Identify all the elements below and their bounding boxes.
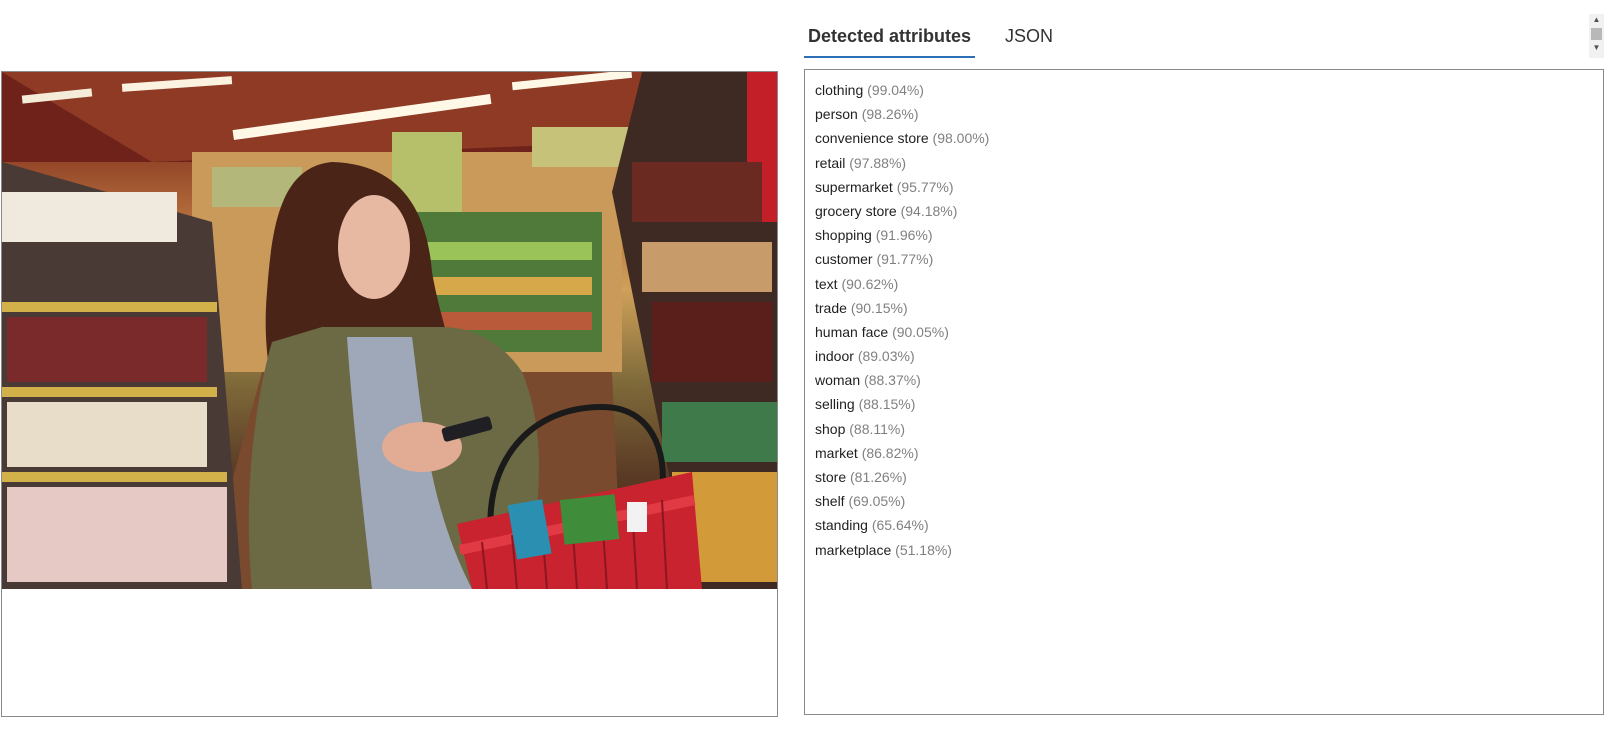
attribute-item: shelf (69.05%) [815, 489, 1593, 513]
attribute-name: retail [815, 154, 846, 171]
page-scrollbar[interactable]: ▲ ▼ [1589, 14, 1604, 58]
attribute-confidence: (91.77%) [876, 251, 934, 268]
attribute-name: market [815, 444, 858, 461]
attribute-name: text [815, 275, 838, 292]
attribute-name: convenience store [815, 130, 929, 147]
attribute-item: text (90.62%) [815, 272, 1593, 296]
attribute-list: clothing (99.04%) person (98.26%) conven… [815, 78, 1593, 562]
attribute-confidence: (99.04%) [867, 82, 924, 98]
attribute-name: human face [815, 323, 889, 340]
attribute-name: marketplace [815, 541, 892, 558]
attribute-item: shop (88.11%) [815, 417, 1593, 441]
attribute-item: trade (90.15%) [815, 296, 1593, 320]
attribute-item: store (81.26%) [815, 465, 1593, 489]
attribute-name: trade [815, 299, 847, 316]
attribute-item: retail (97.88%) [815, 151, 1593, 175]
attribute-item: human face (90.05%) [815, 320, 1593, 344]
attribute-name: shop [815, 420, 846, 437]
attribute-confidence: (98.00%) [932, 130, 990, 147]
attribute-name: store [815, 469, 847, 485]
attribute-name: supermarket [815, 178, 893, 195]
attribute-confidence: (51.18%) [895, 541, 952, 558]
attribute-confidence: (89.03%) [857, 348, 915, 365]
analyzed-photo [2, 72, 777, 589]
attribute-confidence: (69.05%) [848, 493, 906, 510]
attribute-item: standing (65.64%) [815, 513, 1593, 537]
attribute-confidence: (86.82%) [861, 444, 919, 461]
attribute-name: clothing [815, 82, 864, 98]
tab-detected-attributes[interactable]: Detected attributes [804, 20, 976, 58]
attribute-name: person [815, 106, 858, 123]
attribute-item: market (86.82%) [815, 441, 1593, 465]
attribute-item: shopping (91.96%) [815, 223, 1593, 247]
attribute-name: shelf [815, 493, 845, 510]
attribute-item: indoor (89.03%) [815, 344, 1593, 368]
attribute-confidence: (88.11%) [849, 420, 906, 437]
attribute-name: grocery store [815, 202, 897, 219]
scroll-thumb[interactable] [1591, 28, 1602, 40]
attribute-confidence: (95.77%) [896, 178, 954, 195]
scroll-up-arrow-icon[interactable]: ▲ [1589, 14, 1604, 26]
attribute-name: selling [815, 396, 855, 413]
attribute-item: marketplace (51.18%) [815, 538, 1593, 562]
attribute-name: customer [815, 251, 873, 268]
attribute-name: indoor [815, 348, 854, 365]
attribute-name: woman [815, 372, 861, 389]
attribute-confidence: (90.15%) [850, 299, 908, 316]
attribute-confidence: (94.18%) [900, 202, 958, 219]
attribute-confidence: (90.05%) [892, 323, 949, 340]
attribute-confidence: (88.15%) [858, 396, 916, 413]
attribute-confidence: (81.26%) [850, 469, 907, 485]
attribute-confidence: (98.26%) [861, 106, 919, 123]
attribute-confidence: (90.62%) [841, 275, 899, 292]
attribute-confidence: (91.96%) [875, 227, 933, 244]
attribute-item: selling (88.15%) [815, 392, 1593, 416]
attribute-item: supermarket (95.77%) [815, 175, 1593, 199]
result-tabs: Detected attributes JSON [804, 20, 1057, 58]
attribute-name: standing [815, 517, 868, 534]
attribute-confidence: (97.88%) [849, 154, 907, 171]
attribute-name: shopping [815, 227, 872, 244]
tab-json[interactable]: JSON [1001, 20, 1057, 58]
attribute-confidence: (65.64%) [871, 517, 929, 534]
attribute-item: person (98.26%) [815, 102, 1593, 126]
attribute-item: convenience store (98.00%) [815, 126, 1593, 150]
attribute-item: woman (88.37%) [815, 368, 1593, 392]
attribute-item: grocery store (94.18%) [815, 199, 1593, 223]
detected-attributes-panel: clothing (99.04%) person (98.26%) conven… [804, 69, 1604, 715]
supermarket-photo-illustration [2, 72, 777, 589]
attribute-item: customer (91.77%) [815, 247, 1593, 271]
attribute-confidence: (88.37%) [864, 372, 921, 389]
image-preview-panel [1, 71, 778, 717]
attribute-item: clothing (99.04%) [815, 78, 1593, 102]
app-root: Detected attributes JSON ▲ ▼ clothing (9… [0, 0, 1611, 742]
scroll-down-arrow-icon[interactable]: ▼ [1589, 42, 1604, 54]
